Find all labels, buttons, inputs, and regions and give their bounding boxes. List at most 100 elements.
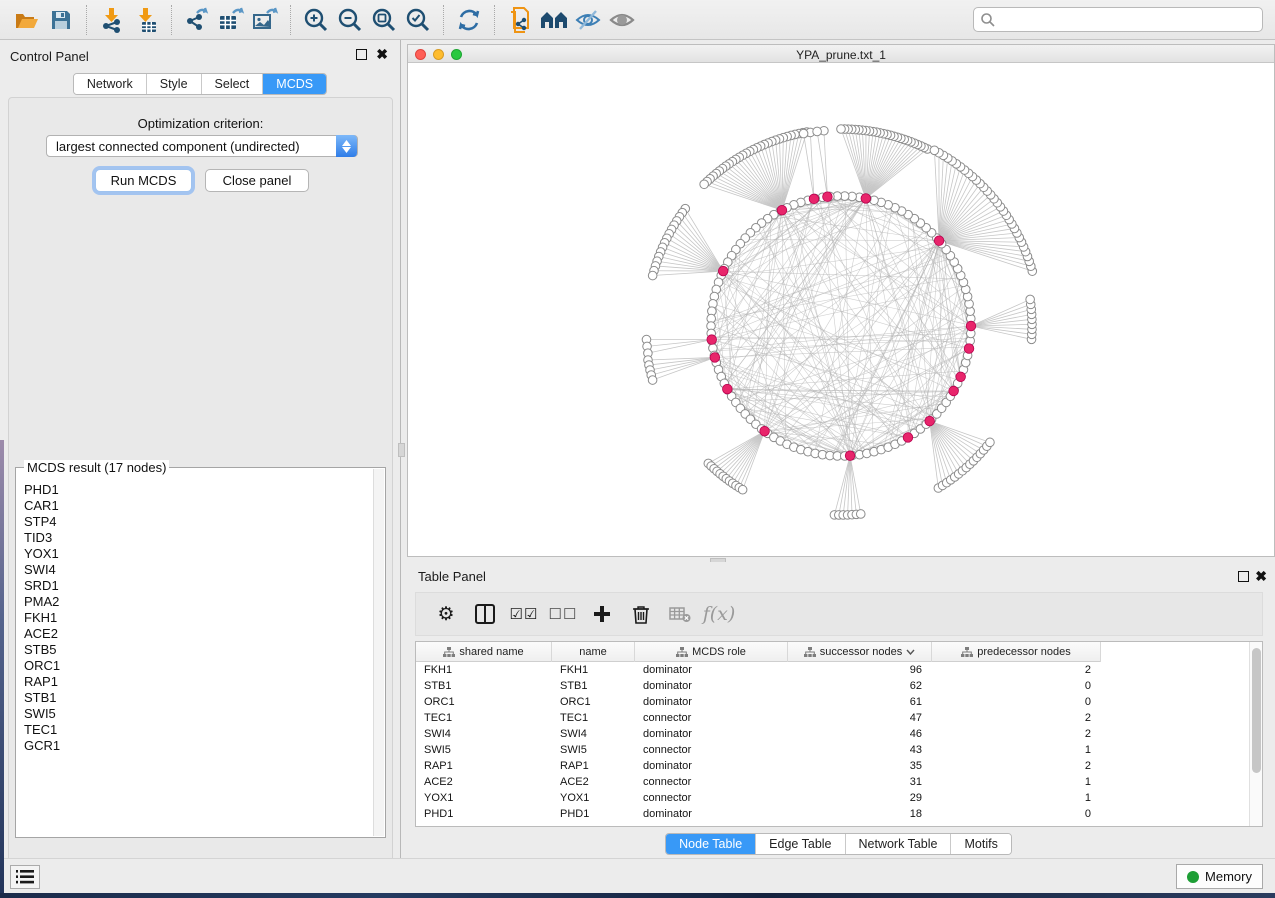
- table-settings-gear-icon[interactable]: ⚙: [433, 601, 459, 627]
- control-panel-header: Control Panel ✖: [0, 40, 400, 72]
- tab-motifs[interactable]: Motifs: [951, 834, 1010, 854]
- tab-network[interactable]: Network: [74, 74, 147, 94]
- tab-edge-table[interactable]: Edge Table: [756, 834, 845, 854]
- mcds-result-item[interactable]: STB1: [24, 690, 364, 706]
- table-row[interactable]: STB1STB1dominator620: [416, 678, 1250, 694]
- column-header-name[interactable]: name: [552, 642, 635, 662]
- mcds-result-item[interactable]: SWI5: [24, 706, 364, 722]
- import-network-icon[interactable]: [97, 5, 127, 35]
- log-console-button[interactable]: [10, 865, 40, 889]
- control-tab-strip: NetworkStyleSelectMCDS: [73, 73, 327, 95]
- tab-mcds[interactable]: MCDS: [263, 74, 326, 94]
- toolbar-separator: [443, 5, 444, 35]
- export-image-icon[interactable]: [250, 5, 280, 35]
- mcds-result-list[interactable]: PHD1CAR1STP4TID3YOX1SWI4SRD1PMA2FKH1ACE2…: [24, 482, 364, 754]
- mcds-result-item[interactable]: CAR1: [24, 498, 364, 514]
- mcds-result-item[interactable]: STB5: [24, 642, 364, 658]
- delete-column-icon[interactable]: [628, 601, 654, 627]
- run-mcds-button[interactable]: Run MCDS: [95, 169, 192, 192]
- mcds-result-item[interactable]: TEC1: [24, 722, 364, 738]
- network-canvas[interactable]: [408, 63, 1274, 556]
- table-cell: ORC1: [416, 694, 552, 710]
- table-row[interactable]: SWI5SWI5connector431: [416, 742, 1250, 758]
- optimization-criterion-select[interactable]: largest connected component (undirected): [46, 135, 358, 157]
- table-cell: 18: [788, 806, 932, 822]
- table-cell: 61: [788, 694, 932, 710]
- mcds-result-item[interactable]: RAP1: [24, 674, 364, 690]
- table-row[interactable]: PHD1PHD1dominator180: [416, 806, 1250, 822]
- table-cell: 43: [788, 742, 932, 758]
- add-column-icon[interactable]: [589, 601, 615, 627]
- table-row[interactable]: RAP1RAP1dominator352: [416, 758, 1250, 774]
- network-graph[interactable]: [408, 63, 1274, 556]
- save-session-icon[interactable]: [46, 5, 76, 35]
- mcds-result-item[interactable]: ORC1: [24, 658, 364, 674]
- import-table-icon[interactable]: [131, 5, 161, 35]
- export-table-icon[interactable]: [216, 5, 246, 35]
- table-cell: 96: [788, 662, 932, 678]
- network-file-icon[interactable]: [505, 5, 535, 35]
- tab-network-table[interactable]: Network Table: [846, 834, 952, 854]
- export-network-icon[interactable]: [182, 5, 212, 35]
- table-panel-tabs: Node TableEdge TableNetwork TableMotifs: [402, 833, 1275, 855]
- close-panel-icon[interactable]: ✖: [376, 47, 388, 61]
- zoom-selected-icon[interactable]: [403, 5, 433, 35]
- table-row[interactable]: TEC1TEC1connector472: [416, 710, 1250, 726]
- close-panel-button[interactable]: Close panel: [205, 169, 309, 192]
- open-session-icon[interactable]: [12, 5, 42, 35]
- zoom-out-icon[interactable]: [335, 5, 365, 35]
- show-all-icon[interactable]: [607, 5, 637, 35]
- node-table: shared namenameMCDS rolesuccessor nodesp…: [415, 641, 1263, 827]
- column-header-MCDS-role[interactable]: MCDS role: [635, 642, 788, 662]
- search-input[interactable]: [973, 7, 1263, 32]
- mcds-tab-content: Optimization criterion: largest connecte…: [8, 97, 393, 883]
- zoom-in-icon[interactable]: [301, 5, 331, 35]
- select-all-rows-icon[interactable]: ☑☑: [511, 601, 537, 627]
- table-scrollbar[interactable]: [1249, 642, 1262, 826]
- mcds-result-item[interactable]: YOX1: [24, 546, 364, 562]
- tab-select[interactable]: Select: [202, 74, 264, 94]
- table-cell: dominator: [635, 678, 788, 694]
- close-table-panel-icon[interactable]: ✖: [1255, 569, 1267, 583]
- table-cell: 31: [788, 774, 932, 790]
- mcds-result-item[interactable]: SRD1: [24, 578, 364, 594]
- mcds-result-item[interactable]: STP4: [24, 514, 364, 530]
- table-row[interactable]: YOX1YOX1connector291: [416, 790, 1250, 806]
- table-cell: PHD1: [552, 806, 635, 822]
- table-scrollbar-thumb[interactable]: [1252, 648, 1261, 773]
- apply-layout-icon[interactable]: [454, 5, 484, 35]
- table-cell: ORC1: [552, 694, 635, 710]
- table-row[interactable]: FKH1FKH1dominator962: [416, 662, 1250, 678]
- first-neighbors-icon[interactable]: [539, 5, 569, 35]
- deselect-all-rows-icon[interactable]: ☐☐: [550, 601, 576, 627]
- float-table-panel-icon[interactable]: [1238, 571, 1249, 582]
- memory-button[interactable]: Memory: [1176, 864, 1263, 889]
- hide-selected-icon[interactable]: [573, 5, 603, 35]
- desktop-wallpaper-sliver: [0, 440, 4, 893]
- table-row[interactable]: SWI4SWI4dominator462: [416, 726, 1250, 742]
- vertical-divider-grip[interactable]: [398, 443, 405, 457]
- mcds-result-item[interactable]: ACE2: [24, 626, 364, 642]
- column-header-predecessor-nodes[interactable]: predecessor nodes: [932, 642, 1101, 662]
- mcds-result-item[interactable]: SWI4: [24, 562, 364, 578]
- table-row[interactable]: ORC1ORC1dominator610: [416, 694, 1250, 710]
- table-cell: STB1: [416, 678, 552, 694]
- mcds-result-item[interactable]: FKH1: [24, 610, 364, 626]
- table-cell: dominator: [635, 806, 788, 822]
- table-row[interactable]: ACE2ACE2connector311: [416, 774, 1250, 790]
- mcds-result-item[interactable]: TID3: [24, 530, 364, 546]
- column-header-shared-name[interactable]: shared name: [416, 642, 552, 662]
- table-cell: dominator: [635, 694, 788, 710]
- status-bar: Memory: [0, 858, 1275, 893]
- float-panel-icon[interactable]: [356, 49, 367, 60]
- table-cell: SWI5: [552, 742, 635, 758]
- mcds-result-item[interactable]: PHD1: [24, 482, 364, 498]
- zoom-fit-icon[interactable]: [369, 5, 399, 35]
- column-header-successor-nodes[interactable]: successor nodes: [788, 642, 932, 662]
- tab-style[interactable]: Style: [147, 74, 202, 94]
- tab-node-table[interactable]: Node Table: [666, 834, 756, 854]
- mcds-list-scrollbar[interactable]: [373, 469, 384, 836]
- show-columns-icon[interactable]: [472, 601, 498, 627]
- mcds-result-item[interactable]: GCR1: [24, 738, 364, 754]
- mcds-result-item[interactable]: PMA2: [24, 594, 364, 610]
